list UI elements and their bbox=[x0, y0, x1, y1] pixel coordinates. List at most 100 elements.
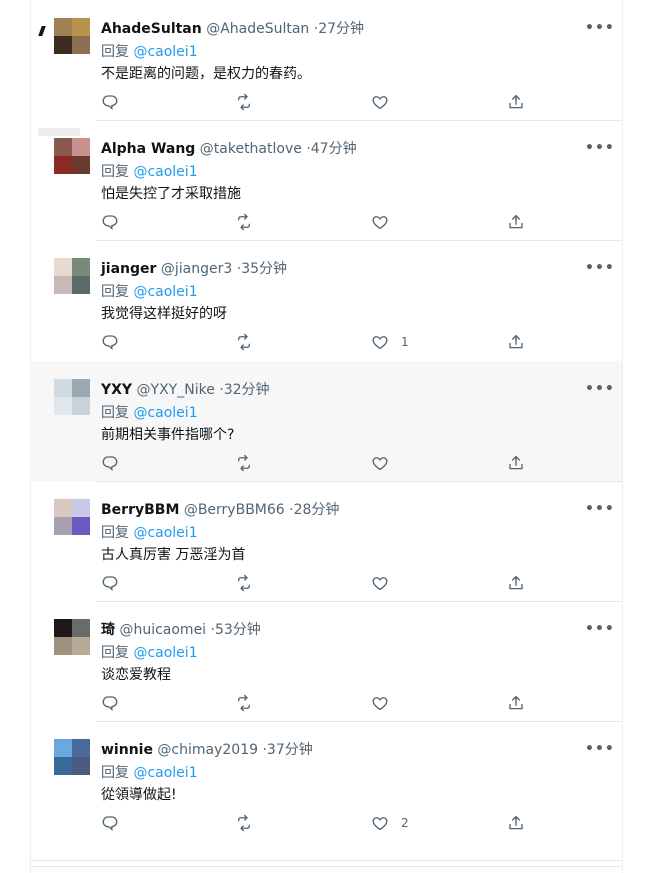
reply-icon[interactable] bbox=[101, 93, 121, 113]
timestamp[interactable]: 35分钟 bbox=[241, 261, 287, 277]
share-icon[interactable] bbox=[507, 694, 527, 714]
tweet-card[interactable]: winnie @chimay2019 ·37分钟 ••• 回复 @caolei1… bbox=[30, 721, 622, 841]
heart-icon[interactable] bbox=[371, 93, 391, 113]
more-options-icon[interactable]: ••• bbox=[585, 138, 614, 158]
reply-context: 回复 @caolei1 bbox=[101, 524, 198, 542]
tweet-header: AhadeSultan @AhadeSultan ·27分钟 bbox=[101, 20, 364, 38]
tweet-text: 怕是失控了才采取措施 bbox=[101, 186, 241, 202]
timestamp[interactable]: 47分钟 bbox=[311, 141, 357, 157]
reply-context: 回复 @caolei1 bbox=[101, 404, 198, 422]
reply-mention-link[interactable]: @caolei1 bbox=[133, 525, 197, 541]
tweet-card[interactable]: AhadeSultan @AhadeSultan ·27分钟 ••• 回复 @c… bbox=[30, 0, 622, 120]
timestamp[interactable]: 53分钟 bbox=[215, 622, 261, 638]
more-options-icon[interactable]: ••• bbox=[585, 739, 614, 759]
heart-icon[interactable] bbox=[371, 213, 391, 233]
retweet-icon[interactable] bbox=[235, 814, 255, 834]
handle[interactable]: @BerryBBM66 bbox=[184, 502, 285, 518]
display-name[interactable]: BerryBBM bbox=[101, 502, 179, 518]
retweet-icon[interactable] bbox=[235, 333, 255, 353]
tweet-header: winnie @chimay2019 ·37分钟 bbox=[101, 741, 313, 759]
handle[interactable]: @huicaomei bbox=[119, 622, 206, 638]
share-icon[interactable] bbox=[507, 333, 527, 353]
reply-mention-link[interactable]: @caolei1 bbox=[133, 284, 197, 300]
reply-context: 回复 @caolei1 bbox=[101, 764, 198, 782]
more-options-icon[interactable]: ••• bbox=[585, 258, 614, 278]
share-icon[interactable] bbox=[507, 454, 527, 474]
reply-prefix: 回复 bbox=[101, 164, 134, 180]
heart-icon[interactable] bbox=[371, 333, 391, 353]
tweet-text: 從領導做起! bbox=[101, 787, 177, 803]
timestamp[interactable]: 37分钟 bbox=[267, 742, 313, 758]
display-name[interactable]: YXY bbox=[101, 382, 132, 398]
heart-icon[interactable] bbox=[371, 454, 391, 474]
timestamp[interactable]: 32分钟 bbox=[224, 382, 270, 398]
avatar[interactable] bbox=[54, 739, 90, 775]
reply-icon[interactable] bbox=[101, 454, 121, 474]
share-icon[interactable] bbox=[507, 93, 527, 113]
reply-icon[interactable] bbox=[101, 814, 121, 834]
handle[interactable]: @chimay2019 bbox=[157, 742, 258, 758]
retweet-icon[interactable] bbox=[235, 694, 255, 714]
feed-bottom-divider bbox=[30, 860, 622, 861]
reply-mention-link[interactable]: @caolei1 bbox=[133, 765, 197, 781]
avatar[interactable] bbox=[54, 18, 90, 54]
display-name[interactable]: 琦 bbox=[101, 622, 115, 638]
reply-prefix: 回复 bbox=[101, 645, 134, 661]
display-name[interactable]: winnie bbox=[101, 742, 153, 758]
tweet-text: 不是距离的问题，是权力的春药。 bbox=[101, 66, 311, 82]
reply-icon[interactable] bbox=[101, 694, 121, 714]
like-count: 1 bbox=[401, 335, 409, 349]
avatar[interactable] bbox=[54, 379, 90, 415]
retweet-icon[interactable] bbox=[235, 213, 255, 233]
display-name[interactable]: Alpha Wang bbox=[101, 141, 195, 157]
reply-prefix: 回复 bbox=[101, 284, 134, 300]
share-icon[interactable] bbox=[507, 574, 527, 594]
more-options-icon[interactable]: ••• bbox=[585, 499, 614, 519]
reply-context: 回复 @caolei1 bbox=[101, 644, 198, 662]
avatar[interactable] bbox=[54, 499, 90, 535]
reply-mention-link[interactable]: @caolei1 bbox=[133, 44, 197, 60]
tweet-card[interactable]: Alpha Wang @takethatlove ·47分钟 ••• 回复 @c… bbox=[30, 120, 622, 240]
retweet-icon[interactable] bbox=[235, 93, 255, 113]
reply-icon[interactable] bbox=[101, 574, 121, 594]
tweet-header: jianger @jianger3 ·35分钟 bbox=[101, 260, 287, 278]
more-options-icon[interactable]: ••• bbox=[585, 619, 614, 639]
reply-prefix: 回复 bbox=[101, 525, 134, 541]
reply-mention-link[interactable]: @caolei1 bbox=[133, 645, 197, 661]
retweet-icon[interactable] bbox=[235, 454, 255, 474]
more-options-icon[interactable]: ••• bbox=[585, 379, 614, 399]
handle[interactable]: @takethatlove bbox=[200, 141, 302, 157]
reply-icon[interactable] bbox=[101, 213, 121, 233]
heart-icon[interactable] bbox=[371, 814, 391, 834]
handle[interactable]: @jianger3 bbox=[161, 261, 232, 277]
share-icon[interactable] bbox=[507, 814, 527, 834]
display-name[interactable]: AhadeSultan bbox=[101, 21, 202, 37]
avatar[interactable] bbox=[54, 258, 90, 294]
heart-icon[interactable] bbox=[371, 574, 391, 594]
tweet-card[interactable]: 琦 @huicaomei ·53分钟 ••• 回复 @caolei1 谈恋爱教程 bbox=[30, 601, 622, 721]
tweet-header: BerryBBM @BerryBBM66 ·28分钟 bbox=[101, 501, 339, 519]
timestamp[interactable]: 27分钟 bbox=[318, 21, 364, 37]
retweet-icon[interactable] bbox=[235, 574, 255, 594]
reply-icon[interactable] bbox=[101, 333, 121, 353]
reply-context: 回复 @caolei1 bbox=[101, 163, 198, 181]
tweet-card[interactable]: YXY @YXY_Nike ·32分钟 ••• 回复 @caolei1 前期相关… bbox=[30, 361, 622, 481]
timestamp[interactable]: 28分钟 bbox=[294, 502, 340, 518]
handle[interactable]: @YXY_Nike bbox=[137, 382, 215, 398]
tweet-card[interactable]: BerryBBM @BerryBBM66 ·28分钟 ••• 回复 @caole… bbox=[30, 481, 622, 601]
feed-border-right bbox=[622, 0, 623, 873]
more-options-icon[interactable]: ••• bbox=[585, 18, 614, 38]
tweet-header: 琦 @huicaomei ·53分钟 bbox=[101, 621, 261, 639]
share-icon[interactable] bbox=[507, 213, 527, 233]
handle[interactable]: @AhadeSultan bbox=[206, 21, 309, 37]
tweet-header: Alpha Wang @takethatlove ·47分钟 bbox=[101, 140, 357, 158]
heart-icon[interactable] bbox=[371, 694, 391, 714]
display-name[interactable]: jianger bbox=[101, 261, 156, 277]
reply-prefix: 回复 bbox=[101, 44, 134, 60]
avatar[interactable] bbox=[54, 619, 90, 655]
tweet-card[interactable]: jianger @jianger3 ·35分钟 ••• 回复 @caolei1 … bbox=[30, 240, 622, 360]
reply-mention-link[interactable]: @caolei1 bbox=[133, 405, 197, 421]
reply-mention-link[interactable]: @caolei1 bbox=[133, 164, 197, 180]
tweet-header: YXY @YXY_Nike ·32分钟 bbox=[101, 381, 270, 399]
avatar[interactable] bbox=[54, 138, 90, 174]
